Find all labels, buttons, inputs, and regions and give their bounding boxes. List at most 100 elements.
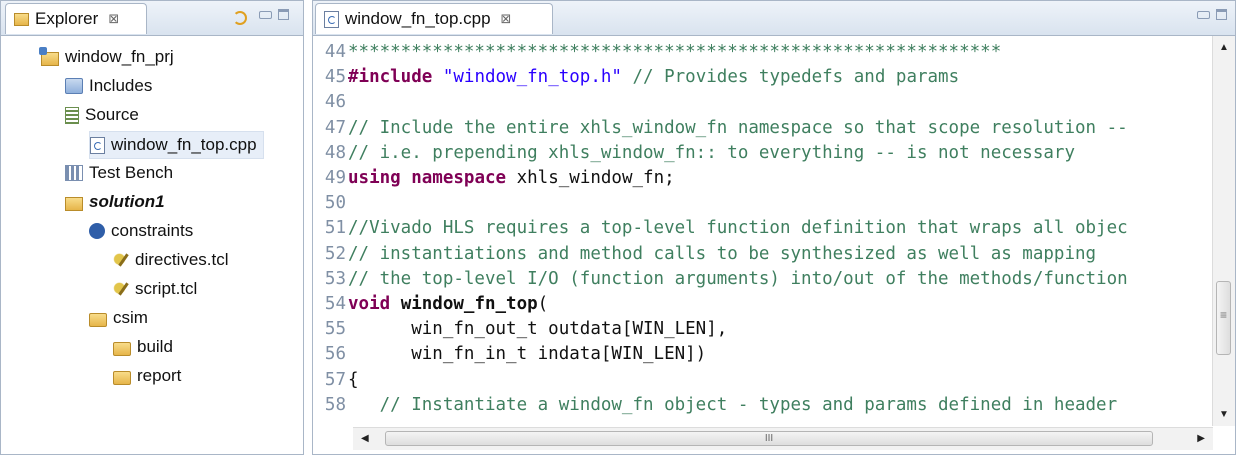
explorer-view: Explorer ⊠ window_fn_prj Includes Source wi… [0,0,304,455]
code-line: 53// the top-level I/O (function argumen… [313,267,1128,291]
tree-item-label: Includes [89,76,153,95]
scroll-up-icon[interactable]: ▲ [1219,42,1229,53]
code-line: 54 void window_fn_top( [313,292,548,316]
solution-folder-icon [65,196,83,211]
minimize-icon[interactable] [1197,10,1210,19]
line-number: 56 [324,344,346,365]
code-line: 48// i.e. prepending xhls_window_fn:: to… [313,141,1075,165]
tab-explorer[interactable]: Explorer ⊠ [5,3,147,34]
cpp-file-icon [324,10,339,28]
tree-item-label: constraints [111,221,194,240]
tree-item-label: script.tcl [135,279,198,298]
code-token: //Vivado HLS requires a top-level functi… [348,218,1128,239]
tree-item[interactable]: window_fn_prj [39,44,174,70]
explorer-tab-label: Explorer [35,9,99,28]
tree-item-label: report [137,366,182,385]
folder-icon [89,312,107,327]
folder-icon [113,341,131,356]
maximize-icon[interactable] [1216,9,1227,20]
tree-item[interactable]: script.tcl [113,276,197,302]
line-number: 55 [324,319,346,340]
code-token: #include [348,67,433,88]
explorer-tabbar: Explorer ⊠ [1,1,303,36]
code-token: namespace [411,168,507,188]
tree-item[interactable]: build [113,334,173,360]
tree-item[interactable]: solution1 [65,189,165,215]
close-tab-icon[interactable]: ⊠ [501,11,512,27]
code-token: window_fn_top [400,294,538,314]
editor-tabbar: window_fn_top.cpp ⊠ [313,1,1235,36]
line-number: 50 [324,193,346,214]
horizontal-scrollbar[interactable]: ◀ III ▶ [353,427,1213,450]
tree-item[interactable]: report [113,363,181,389]
tree-item[interactable]: constraints [89,218,193,244]
test-bench-icon [65,165,83,181]
tree-item[interactable]: Source [65,102,139,128]
code-line: 56 win_fn_in_t indata[WIN_LEN]) [313,342,706,366]
close-tab-icon[interactable]: ⊠ [108,11,119,27]
tree-item[interactable]: Includes [65,73,152,99]
line-number: 57 [324,369,346,390]
code-line: 55 win_fn_out_t outdata[WIN_LEN], [313,317,727,341]
line-number: 54 [324,294,346,314]
folder-icon [113,370,131,385]
scroll-left-icon[interactable]: ◀ [361,433,369,444]
code-token: ****************************************… [348,42,1002,62]
line-number: 45 [324,67,346,88]
code-area[interactable]: 44 **************************************… [313,36,1213,426]
minimize-icon[interactable] [259,10,272,19]
tab-window-fn-top-cpp[interactable]: window_fn_top.cpp ⊠ [315,3,553,34]
code-line: 58 // Instantiate a window_fn object - t… [313,393,1117,417]
line-number: 52 [324,243,346,264]
code-line: 57{ [313,368,359,392]
tree-item[interactable]: window_fn_top.cpp [89,131,264,159]
line-number: 44 [324,42,346,62]
source-icon [65,106,79,124]
scroll-down-icon[interactable]: ▼ [1219,409,1229,420]
code-token: // the top-level I/O (function arguments… [348,268,1128,289]
code-token: // instantiations and method calls to be… [348,243,1097,264]
tcl-file-icon [113,281,129,297]
gear-icon [89,223,105,239]
code-line: 51//Vivado HLS requires a top-level func… [313,216,1128,240]
code-line: 46 [313,90,348,114]
maximize-icon[interactable] [278,9,289,20]
cpp-file-icon [90,136,105,154]
code-token: // Instantiate a window_fn object - type… [348,394,1118,415]
code-line: 52// instantiations and method calls to … [313,242,1096,266]
code-token: win_fn_in_t indata[WIN_LEN]) [348,344,707,365]
line-number: 51 [324,218,346,239]
line-number: 47 [324,117,346,138]
code-token: // Provides typedefs and params [621,67,960,88]
project-tree: window_fn_prj Includes Source window_fn_top… [1,36,303,454]
code-token: void [348,294,391,314]
tree-item-label: window_fn_top.cpp [111,135,257,154]
code-token: { [348,369,359,390]
tree-item-label: Test Bench [89,163,174,182]
tree-item[interactable]: directives.tcl [113,247,229,273]
hscroll-grip: III [764,433,774,444]
line-number: 49 [324,168,346,188]
line-number: 46 [324,92,346,113]
code-line: 44 **************************************… [313,40,1001,64]
vertical-scroll-thumb[interactable]: ≡ [1216,281,1231,355]
code-line: 47// Include the entire xhls_window_fn n… [313,116,1128,140]
code-line: 50 [313,191,348,215]
code-token: win_fn_out_t outdata[WIN_LEN], [348,319,728,340]
tree-item-label: directives.tcl [135,250,229,269]
tree-item[interactable]: Test Bench [65,160,173,186]
line-number: 48 [324,142,346,163]
link-with-editor-icon[interactable] [233,11,247,25]
project-folder-icon [39,46,59,66]
code-token: xhls_window_fn; [506,168,675,188]
tree-item-label: solution1 [89,192,165,211]
tree-item-label: Source [85,105,139,124]
vertical-scrollbar[interactable]: ▲ ≡ ▼ [1212,36,1235,426]
includes-icon [65,78,83,94]
line-number: 58 [324,394,346,415]
horizontal-scroll-thumb[interactable]: III [385,431,1153,446]
code-token: ( [537,294,549,314]
tree-item[interactable]: csim [89,305,148,331]
scroll-right-icon[interactable]: ▶ [1197,433,1205,444]
